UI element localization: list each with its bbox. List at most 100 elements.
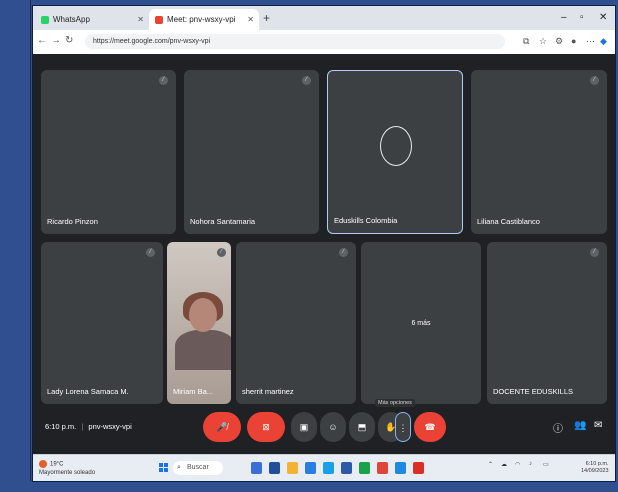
menu-icon[interactable]: ⋯ (586, 36, 595, 47)
participant-name: sherrit martinez (242, 387, 294, 396)
close-tab-icon[interactable]: ✕ (137, 15, 144, 24)
participant-name: Miriam Ba... (173, 387, 214, 396)
meeting-code: pnv-wsxy-vpi (88, 422, 132, 431)
mic-off-icon: ⁄ (302, 76, 311, 85)
reactions-button[interactable]: ☺ (320, 412, 346, 442)
participant-video-tile[interactable]: ⁄ Miriam Ba... (167, 242, 231, 404)
info-icon[interactable]: ⓘ (553, 420, 563, 435)
avatar-ring (380, 126, 412, 166)
participant-name: DOCENTE EDUSKILLS (493, 387, 574, 396)
chrome-icon[interactable] (377, 462, 388, 474)
more-options-tooltip: Más opciones (375, 399, 415, 407)
browser-nav-bar: ← → ↻ https://meet.google.com/pnv-wsxy-v… (33, 30, 615, 55)
tab-label: Meet: pnv-wsxy-vpi (167, 15, 236, 24)
extensions-icon[interactable]: ⧉ (523, 36, 529, 47)
participant-name: Lady Lorena Samaca M. (47, 387, 129, 396)
windows-taskbar: 19°C Mayormente soleado ⌕ Buscar ⌃ ☁ ◠ ♪… (33, 454, 615, 481)
camera-off-icon: ⊠ (262, 422, 270, 432)
meet-record-icon (155, 15, 163, 24)
bottom-band (0, 481, 618, 492)
more-participants-tile[interactable]: 6 más (361, 242, 481, 404)
participant-tile[interactable]: ⁄ sherrit martinez (236, 242, 356, 404)
cloud-icon[interactable]: ☁ (501, 461, 507, 468)
taskbar-search[interactable]: ⌕ Buscar (173, 461, 223, 475)
mic-toggle-button[interactable]: 🎤̸ (203, 412, 241, 442)
browser-tab-strip: WhatsApp ✕ Meet: pnv-wsxy-vpi ✕ + – ▫ ✕ (33, 6, 615, 30)
edge-dev-icon[interactable] (323, 462, 334, 474)
reload-icon[interactable]: ↻ (65, 35, 73, 46)
minimize-button[interactable]: – (561, 12, 567, 23)
taskview-icon[interactable] (251, 462, 262, 474)
left-panel (0, 0, 31, 492)
mic-off-icon: ⁄ (159, 76, 168, 85)
clock-time: 6:10 p.m. (585, 461, 609, 467)
mic-off-icon: 🎤̸ (216, 422, 228, 432)
close-tab-icon[interactable]: ✕ (247, 15, 254, 24)
participant-tile-speaking[interactable]: Eduskills Colombia (327, 70, 463, 234)
tab-whatsapp[interactable]: WhatsApp ✕ (35, 9, 149, 30)
mic-off-icon: ⁄ (146, 248, 155, 257)
meeting-time: 6:10 p.m. (45, 422, 77, 431)
bookmark-icon[interactable]: ☆ (539, 36, 547, 47)
browser-icon[interactable] (395, 462, 406, 474)
weather-desc: Mayormente soleado (39, 469, 96, 476)
participant-name: Nohora Santamaria (190, 217, 256, 226)
system-clock[interactable]: 6:10 p.m. 14/09/2023 (581, 461, 609, 475)
close-window-button[interactable]: ✕ (599, 12, 607, 23)
profile-icon[interactable]: ● (571, 36, 576, 46)
mic-off-icon: ⁄ (217, 248, 226, 257)
meet-stage: ⁄ Ricardo Pinzon ⁄ Nohora Santamaria Edu… (33, 54, 615, 454)
weather-temp: 19°C (50, 461, 64, 468)
tab-label: WhatsApp (53, 15, 90, 24)
participant-tile[interactable]: ⁄ Nohora Santamaria (184, 70, 319, 234)
forward-icon[interactable]: → (51, 35, 61, 46)
mic-off-icon: ⁄ (339, 248, 348, 257)
camera-toggle-button[interactable]: ⊠ (247, 412, 285, 442)
chevron-up-icon[interactable]: ⌃ (488, 461, 493, 468)
emoji-icon: ☺ (328, 422, 338, 432)
present-button[interactable]: ⬒ (349, 412, 375, 442)
edge-copilot-icon[interactable]: ◆ (600, 36, 607, 47)
present-icon: ⬒ (357, 422, 367, 432)
meeting-info: 6:10 p.m. | pnv-wsxy-vpi (45, 422, 132, 431)
word-icon[interactable] (341, 462, 352, 474)
participant-tile[interactable]: ⁄ Lady Lorena Samaca M. (41, 242, 163, 404)
clock-date: 14/09/2023 (581, 468, 609, 474)
participant-video-body (175, 330, 231, 370)
participant-video-face (189, 298, 217, 332)
participant-name: Eduskills Colombia (334, 216, 398, 225)
hangup-icon: ☎ (424, 422, 436, 432)
more-options-button[interactable]: ⋮ (395, 412, 411, 442)
start-button[interactable] (159, 463, 169, 473)
new-tab-button[interactable]: + (263, 11, 270, 25)
people-icon[interactable]: 👥 (574, 420, 586, 431)
participant-tile[interactable]: ⁄ Liliana Castiblanco (471, 70, 607, 234)
leave-call-button[interactable]: ☎ (414, 412, 446, 442)
edge-browser-icon[interactable] (305, 462, 316, 474)
search-icon: ⌕ (177, 464, 181, 471)
participant-name: Ricardo Pinzon (47, 217, 98, 226)
widgets-icon[interactable] (269, 462, 280, 474)
address-bar[interactable]: https://meet.google.com/pnv-wsxy-vpi (85, 34, 505, 49)
settings-icon[interactable]: ⚙ (555, 36, 563, 47)
battery-icon[interactable]: ▭ (543, 461, 549, 468)
tab-meet[interactable]: Meet: pnv-wsxy-vpi ✕ (149, 9, 259, 30)
wifi-icon[interactable]: ◠ (515, 461, 520, 468)
file-explorer-icon[interactable] (287, 462, 298, 474)
search-placeholder: Buscar (187, 464, 209, 471)
back-icon[interactable]: ← (37, 35, 47, 46)
whatsapp-icon (41, 15, 49, 24)
teams-icon[interactable] (359, 462, 370, 474)
screenshot-frame: WhatsApp ✕ Meet: pnv-wsxy-vpi ✕ + – ▫ ✕ … (32, 5, 616, 482)
mic-off-icon: ⁄ (590, 248, 599, 257)
sun-icon (39, 460, 47, 468)
pdf-reader-icon[interactable] (413, 462, 424, 474)
participant-name: Liliana Castiblanco (477, 217, 540, 226)
volume-icon[interactable]: ♪ (529, 461, 532, 467)
captions-button[interactable]: ▣ (291, 412, 317, 442)
maximize-button[interactable]: ▫ (580, 12, 584, 23)
participant-tile[interactable]: ⁄ DOCENTE EDUSKILLS (487, 242, 607, 404)
weather-widget[interactable]: 19°C Mayormente soleado (39, 460, 95, 477)
chat-icon[interactable]: ✉ (594, 420, 602, 431)
participant-tile[interactable]: ⁄ Ricardo Pinzon (41, 70, 176, 234)
